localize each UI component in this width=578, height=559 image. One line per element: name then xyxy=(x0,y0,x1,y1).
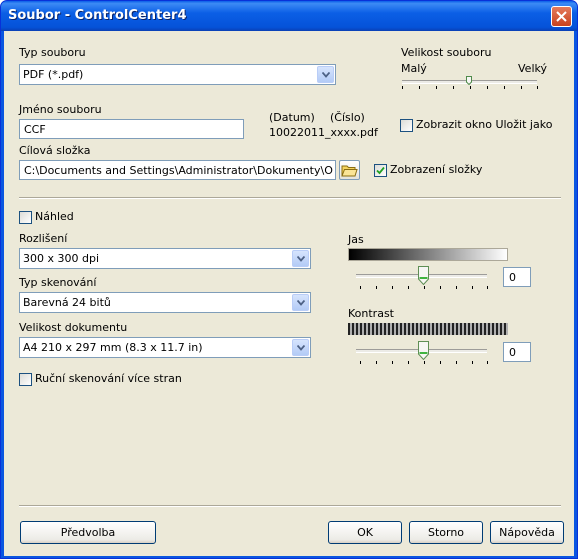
brightness-slider-thumb[interactable] xyxy=(418,266,429,286)
target-folder-value: C:\Documents and Settings\Administrator\… xyxy=(24,164,333,177)
file-size-max-label: Velký xyxy=(518,62,547,75)
tick xyxy=(504,86,505,89)
scan-type-select[interactable]: Barevná 24 bitů xyxy=(19,292,311,313)
window-title: Soubor - ControlCenter4 xyxy=(8,8,187,23)
chevron-down-icon xyxy=(297,345,305,351)
tick xyxy=(470,86,471,89)
file-size-min-label: Malý xyxy=(401,62,427,75)
scan-type-value: Barevná 24 bitů xyxy=(23,296,111,309)
preset-button[interactable]: Předvolba xyxy=(20,521,156,544)
close-icon xyxy=(556,11,567,22)
tick xyxy=(440,361,441,364)
tick xyxy=(392,361,393,364)
resolution-value: 300 x 300 dpi xyxy=(23,252,100,265)
document-size-label: Velikost dokumentu xyxy=(19,321,128,334)
tick xyxy=(392,286,393,289)
preview-label[interactable]: Náhled xyxy=(35,210,74,223)
dialog-body: Typ souboru PDF (*.pdf) Velikost souboru… xyxy=(4,31,574,556)
file-type-value: PDF (*.pdf) xyxy=(23,68,84,81)
file-name-example: 10022011_xxxx.pdf xyxy=(269,126,378,139)
resolution-select[interactable]: 300 x 300 dpi xyxy=(19,248,311,269)
brightness-label: Jas xyxy=(348,233,364,246)
brightness-input[interactable]: 0 xyxy=(503,267,531,287)
contrast-label: Kontrast xyxy=(348,307,394,320)
tick xyxy=(376,361,377,364)
tick xyxy=(424,286,425,289)
file-name-value: CCF xyxy=(24,123,46,136)
file-name-input[interactable]: CCF xyxy=(19,119,244,139)
contrast-input[interactable]: 0 xyxy=(503,342,531,362)
tick xyxy=(436,86,437,89)
contrast-pattern-bar xyxy=(348,323,508,335)
target-folder-input[interactable]: C:\Documents and Settings\Administrator\… xyxy=(19,160,336,180)
dropdown-arrow[interactable] xyxy=(317,66,334,83)
dialog-window: Soubor - ControlCenter4 Typ souboru PDF … xyxy=(0,0,578,559)
document-size-value: A4 210 x 297 mm (8.3 x 11.7 in) xyxy=(23,341,203,354)
file-type-label: Typ souboru xyxy=(19,46,86,59)
show-folder-checkbox[interactable] xyxy=(374,164,387,177)
tick xyxy=(424,361,425,364)
tick xyxy=(376,286,377,289)
folder-icon xyxy=(341,165,358,177)
date-label: (Datum) xyxy=(269,111,315,124)
tick xyxy=(402,86,403,89)
tick xyxy=(472,286,473,289)
dropdown-arrow[interactable] xyxy=(292,250,309,267)
cancel-button[interactable]: Storno xyxy=(409,521,483,544)
tick xyxy=(360,361,361,364)
number-label: (Číslo) xyxy=(330,111,365,124)
tick xyxy=(521,86,522,89)
chevron-down-icon xyxy=(297,256,305,262)
tick xyxy=(408,286,409,289)
help-button[interactable]: Nápověda xyxy=(490,521,564,544)
tick xyxy=(487,286,488,289)
tick xyxy=(456,361,457,364)
file-type-select[interactable]: PDF (*.pdf) xyxy=(19,64,336,85)
document-size-select[interactable]: A4 210 x 297 mm (8.3 x 11.7 in) xyxy=(19,337,311,358)
resolution-label: Rozlišení xyxy=(19,232,68,245)
brightness-gradient-bar xyxy=(348,248,508,261)
tick xyxy=(537,86,538,89)
file-size-label: Velikost souboru xyxy=(401,46,492,59)
brightness-value: 0 xyxy=(509,271,516,284)
file-name-label: Jméno souboru xyxy=(19,103,102,116)
separator xyxy=(19,505,561,507)
show-save-as-label[interactable]: Zobrazit okno Uložit jako xyxy=(416,118,552,131)
show-save-as-checkbox[interactable] xyxy=(400,119,413,132)
dropdown-arrow[interactable] xyxy=(292,339,309,356)
show-folder-label[interactable]: Zobrazení složky xyxy=(390,163,482,176)
tick xyxy=(472,361,473,364)
browse-folder-button[interactable] xyxy=(339,160,360,180)
target-folder-label: Cílová složka xyxy=(19,144,91,157)
separator xyxy=(19,197,561,199)
contrast-value: 0 xyxy=(509,346,516,359)
close-button[interactable] xyxy=(551,6,572,27)
tick xyxy=(487,361,488,364)
chevron-down-icon xyxy=(297,300,305,306)
tick xyxy=(453,86,454,89)
ok-button[interactable]: OK xyxy=(328,521,402,544)
tick xyxy=(456,286,457,289)
tick xyxy=(440,286,441,289)
title-bar[interactable]: Soubor - ControlCenter4 xyxy=(1,1,577,31)
checkmark-icon xyxy=(376,166,385,175)
file-size-slider-thumb[interactable] xyxy=(466,75,472,86)
manual-duplex-label[interactable]: Ruční skenování více stran xyxy=(35,372,182,385)
tick xyxy=(360,286,361,289)
contrast-slider-thumb[interactable] xyxy=(418,341,429,361)
manual-duplex-checkbox[interactable] xyxy=(19,373,32,386)
tick xyxy=(487,86,488,89)
tick xyxy=(419,86,420,89)
tick xyxy=(408,361,409,364)
scan-type-label: Typ skenování xyxy=(19,276,97,289)
preview-checkbox[interactable] xyxy=(19,211,32,224)
dropdown-arrow[interactable] xyxy=(292,294,309,311)
chevron-down-icon xyxy=(322,72,330,78)
